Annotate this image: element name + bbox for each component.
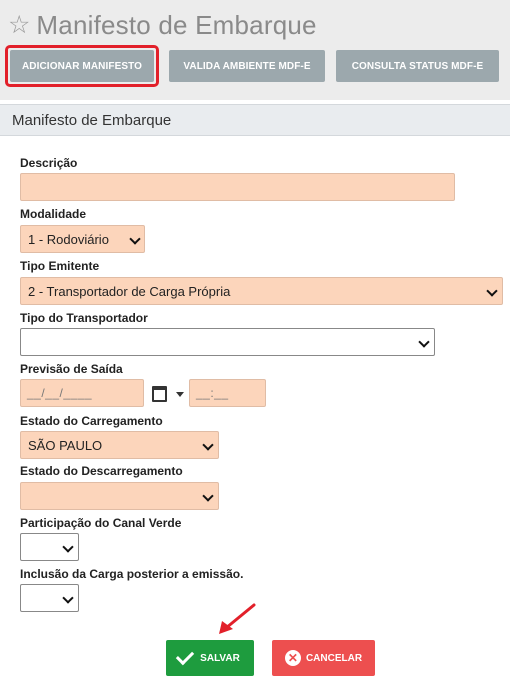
time-mask: __:__ bbox=[196, 386, 229, 400]
highlight-box bbox=[5, 45, 159, 87]
tipo-emitente-label: Tipo Emitente bbox=[20, 259, 100, 273]
caret-down-icon[interactable] bbox=[176, 392, 184, 397]
save-button[interactable]: SALVAR bbox=[166, 640, 254, 676]
modalidade-value: 1 - Rodoviário bbox=[28, 232, 109, 247]
estado-descarregamento-label: Estado do Descarregamento bbox=[20, 464, 183, 478]
section-title: Manifesto de Embarque bbox=[12, 112, 172, 129]
section-header: Manifesto de Embarque bbox=[0, 104, 510, 136]
previsao-data-input[interactable]: __/__/____ bbox=[20, 379, 144, 407]
save-label: SALVAR bbox=[200, 652, 240, 664]
title-row: ☆ Manifesto de Embarque bbox=[8, 10, 317, 41]
chevron-down-icon bbox=[62, 592, 74, 604]
chevron-down-icon bbox=[129, 233, 141, 245]
estado-carregamento-value: SÃO PAULO bbox=[28, 438, 103, 453]
cancel-label: CANCELAR bbox=[305, 652, 363, 664]
previsao-hora-input[interactable]: __:__ bbox=[189, 379, 266, 407]
modalidade-label: Modalidade bbox=[20, 207, 87, 221]
calendar-icon[interactable] bbox=[152, 386, 167, 402]
top-bar: ☆ Manifesto de Embarque ADICIONAR MANIFE… bbox=[0, 0, 510, 100]
tipo-transportador-select[interactable] bbox=[20, 328, 435, 356]
canal-verde-select[interactable] bbox=[20, 533, 79, 561]
descricao-label: Descrição bbox=[20, 156, 78, 170]
canal-verde-label: Participação do Canal Verde bbox=[20, 516, 182, 530]
date-mask: __/__/____ bbox=[27, 386, 93, 400]
check-icon bbox=[175, 646, 195, 666]
page-title: Manifesto de Embarque bbox=[36, 10, 317, 40]
chevron-down-icon bbox=[418, 336, 430, 348]
modalidade-select[interactable]: 1 - Rodoviário bbox=[20, 225, 145, 253]
close-icon: ✕ bbox=[284, 650, 301, 666]
annotation-arrow-icon bbox=[219, 603, 256, 634]
carga-posterior-select[interactable] bbox=[20, 584, 79, 612]
chevron-down-icon bbox=[486, 285, 498, 297]
chevron-down-icon bbox=[202, 490, 214, 502]
validate-environment-button[interactable]: VALIDA AMBIENTE MDF-E bbox=[169, 50, 325, 82]
chevron-down-icon bbox=[62, 541, 74, 553]
cancel-button[interactable]: ✕ CANCELAR bbox=[272, 640, 375, 676]
chevron-down-icon bbox=[202, 439, 214, 451]
estado-descarregamento-select[interactable] bbox=[20, 482, 219, 510]
star-icon[interactable]: ☆ bbox=[8, 13, 30, 38]
tipo-emitente-select[interactable]: 2 - Transportador de Carga Própria bbox=[20, 277, 503, 305]
estado-carregamento-select[interactable]: SÃO PAULO bbox=[20, 431, 219, 459]
tipo-transportador-label: Tipo do Transportador bbox=[20, 311, 148, 325]
descricao-input[interactable] bbox=[20, 173, 455, 201]
consult-status-button[interactable]: CONSULTA STATUS MDF-E bbox=[336, 50, 499, 82]
estado-carregamento-label: Estado do Carregamento bbox=[20, 414, 163, 428]
tipo-emitente-value: 2 - Transportador de Carga Própria bbox=[28, 284, 231, 299]
carga-posterior-label: Inclusão da Carga posterior a emissão. bbox=[20, 567, 244, 581]
previsao-saida-label: Previsão de Saída bbox=[20, 362, 123, 376]
